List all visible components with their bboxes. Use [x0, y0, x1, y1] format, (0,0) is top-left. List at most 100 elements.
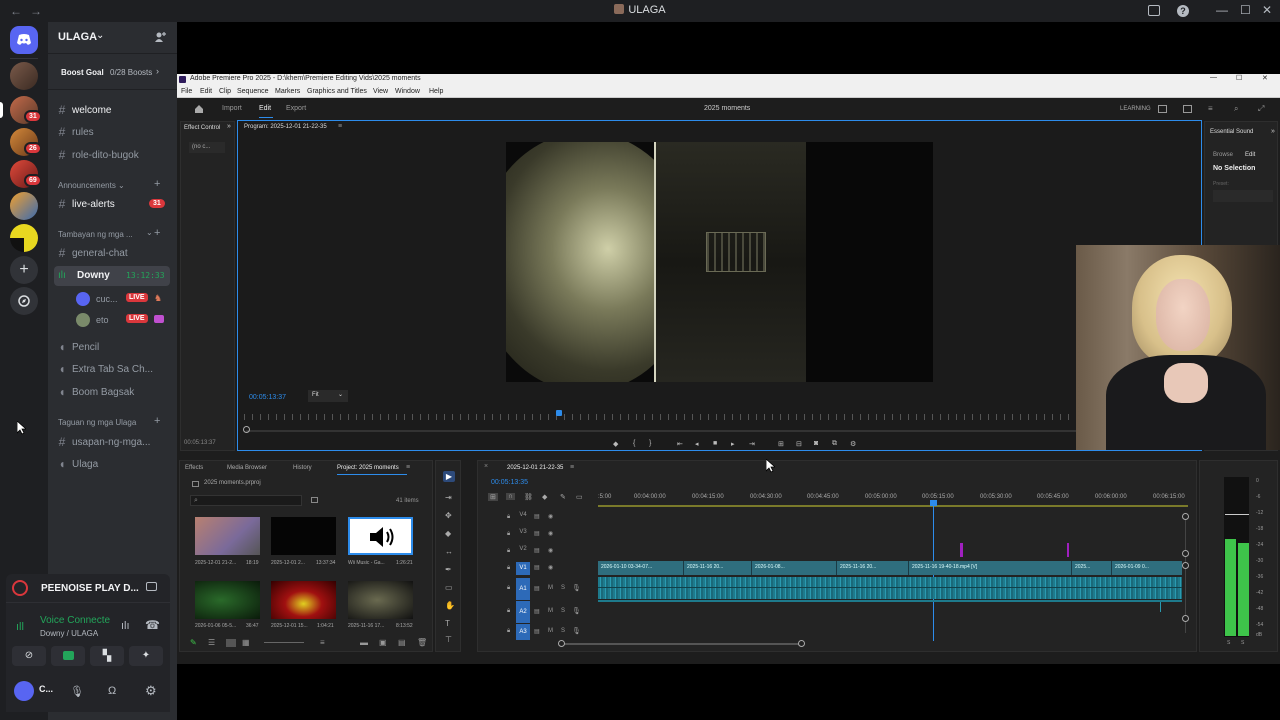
audio-track-a1[interactable]	[598, 577, 1182, 599]
clip-selector[interactable]: (no c...	[189, 142, 225, 153]
microphone-icon[interactable]: 🎙︎	[70, 685, 84, 698]
voice-channel-downy[interactable]: ılı Downy 13:12:33	[54, 266, 170, 286]
minimize-button[interactable]: —	[1216, 3, 1228, 17]
scroll-handle[interactable]	[1182, 615, 1189, 622]
channel-rules[interactable]: # rules	[54, 122, 172, 142]
lock-icon[interactable]: 🔒︎	[507, 565, 510, 572]
video-clip[interactable]: 2025...	[1072, 561, 1112, 575]
mute-button[interactable]: M	[548, 608, 553, 614]
zoom-handle[interactable]	[243, 426, 250, 433]
icon-view-icon[interactable]	[226, 639, 236, 647]
zoom-bar[interactable]	[246, 430, 1196, 432]
video-clip[interactable]: 2025-11-16 20...	[837, 561, 909, 575]
server-avatar[interactable]	[10, 62, 38, 90]
search-input[interactable]: ⌕	[190, 495, 302, 506]
menu-clip[interactable]: Clip	[219, 88, 231, 95]
compare-icon[interactable]: ⧉	[832, 440, 837, 448]
captions-icon[interactable]: ▭	[576, 493, 583, 501]
edit-tab[interactable]: Edit	[1245, 152, 1255, 158]
camera-off-button[interactable]: ⊘	[12, 646, 46, 666]
clear-icon[interactable]: ▤	[398, 638, 406, 647]
microphone-icon[interactable]: 🎙︎	[572, 584, 581, 592]
ripple-tool-icon[interactable]: ✥	[445, 511, 452, 520]
menu-window[interactable]: Window	[395, 88, 420, 95]
sequence-tab[interactable]: 2025-12-01 21-22-35	[507, 465, 563, 471]
menu-markers[interactable]: Markers	[275, 88, 300, 95]
add-marker-icon[interactable]: ◆	[542, 493, 547, 501]
playhead-marker[interactable]	[556, 410, 562, 416]
mute-button[interactable]: M	[548, 628, 553, 634]
slip-tool-icon[interactable]: ↔	[445, 547, 453, 556]
playhead-handle[interactable]	[930, 500, 937, 506]
media-thumbnail[interactable]	[271, 581, 336, 619]
lock-icon[interactable]: 🔒︎	[507, 548, 510, 555]
track-label[interactable]: A2	[516, 601, 530, 623]
video-frame[interactable]	[506, 142, 933, 382]
panel-menu-icon[interactable]: ≡	[406, 464, 410, 471]
snap-icon[interactable]: ∩	[506, 493, 516, 500]
voice-channel-boom[interactable]: ◖ Boom Bagsak	[54, 382, 172, 402]
solo-button[interactable]: S	[561, 608, 565, 614]
scroll-handle-left[interactable]	[558, 640, 565, 647]
learning-label[interactable]: LEARNING	[1120, 106, 1151, 112]
menu-graphics[interactable]: Graphics and Titles	[307, 88, 367, 95]
close-button[interactable]: ✕	[1262, 74, 1268, 82]
sort-icon[interactable]: ≡	[320, 638, 325, 647]
pencil-icon[interactable]: ✎	[190, 638, 197, 647]
add-channel-icon[interactable]: +	[154, 178, 160, 190]
video-clip[interactable]: 2026-01-08...	[752, 561, 837, 575]
expand-icon[interactable]: »	[1271, 128, 1275, 135]
server-avatar[interactable]	[10, 224, 38, 252]
media-thumbnail[interactable]	[271, 517, 336, 555]
clip-marker[interactable]	[960, 543, 963, 557]
media-thumbnail[interactable]	[348, 581, 413, 619]
server-avatar[interactable]	[10, 192, 38, 220]
tab-edit[interactable]: Edit	[259, 105, 271, 112]
new-bin-icon[interactable]: ▬	[360, 638, 368, 647]
expand-icon[interactable]: »	[227, 123, 231, 130]
fullscreen-icon[interactable]: ⤢	[1258, 104, 1264, 114]
channel-welcome[interactable]: # welcome	[54, 100, 172, 120]
mark-in-icon[interactable]: {	[633, 440, 635, 447]
insert-icon[interactable]: ⊞	[778, 440, 784, 448]
sync-lock-icon[interactable]: ▤	[534, 628, 540, 635]
voice-location[interactable]: Downy / ULAGA	[40, 629, 98, 638]
tab-project[interactable]: Project: 2025 moments	[337, 465, 399, 471]
tab-history[interactable]: History	[293, 465, 312, 471]
add-server-icon[interactable]: +	[10, 256, 38, 284]
pen-tool-icon[interactable]: ✒	[445, 565, 452, 574]
menu-icon[interactable]: ≡	[1208, 104, 1213, 113]
scroll-handle[interactable]	[1182, 550, 1189, 557]
scroll-handle[interactable]	[1182, 513, 1189, 520]
voice-channel-extra[interactable]: ◖ Extra Tab Sa Ch...	[54, 359, 172, 379]
panel-tab[interactable]: Effect Control	[184, 125, 220, 131]
menu-sequence[interactable]: Sequence	[237, 88, 269, 95]
video-clip[interactable]: 2026-01-09 0...	[1112, 561, 1182, 575]
sync-lock-icon[interactable]: ▤	[534, 530, 540, 537]
track-label[interactable]: A3	[516, 624, 530, 640]
panel-tab[interactable]: Essential Sound	[1210, 129, 1253, 135]
menu-edit[interactable]: Edit	[200, 88, 212, 95]
rectangle-tool-icon[interactable]: ▭	[445, 583, 453, 592]
selection-tool-icon[interactable]: ▶	[443, 471, 455, 482]
soundboard-button[interactable]: ✦	[129, 646, 163, 666]
menu-help[interactable]: Help	[429, 88, 443, 95]
audio-track-a2[interactable]	[598, 600, 1182, 602]
tab-export[interactable]: Export	[286, 105, 306, 112]
avatar[interactable]	[14, 681, 34, 701]
lock-icon[interactable]: 🔒︎	[507, 628, 510, 635]
search-icon[interactable]: ⌕	[1234, 104, 1238, 114]
workspace-icon[interactable]	[1158, 105, 1167, 113]
category-tambayan[interactable]: Tambayan ng mga ...	[58, 230, 133, 239]
sync-lock-icon[interactable]: ▤	[534, 585, 540, 592]
caption-tool-icon[interactable]: ⊤	[445, 635, 452, 644]
video-clip[interactable]: 2025-11-16 19-40-18.mp4 [V]	[909, 561, 1072, 575]
sync-lock-icon[interactable]: ▤	[534, 513, 540, 520]
media-thumbnail[interactable]	[195, 517, 260, 555]
razor-tool-icon[interactable]: ◆	[445, 529, 451, 538]
close-icon[interactable]: ×	[484, 463, 488, 470]
track-label[interactable]: A1	[516, 578, 530, 600]
activities-button[interactable]: ▚	[90, 646, 124, 666]
linked-icon[interactable]: ⛓	[524, 493, 533, 501]
new-item-icon[interactable]: ▣	[379, 638, 387, 647]
